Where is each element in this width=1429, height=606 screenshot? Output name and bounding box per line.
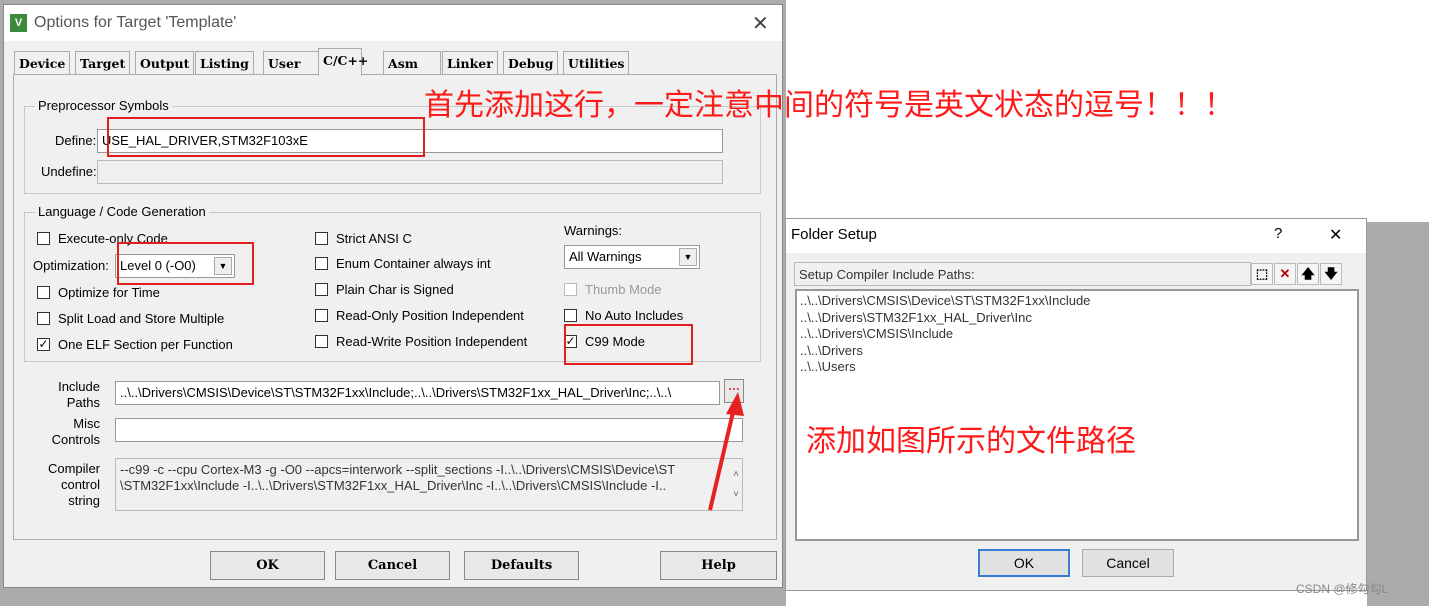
thumb-mode-checkbox[interactable]: Thumb Mode bbox=[564, 282, 662, 297]
ro-pi-checkbox[interactable]: Read-Only Position Independent bbox=[315, 308, 524, 323]
move-down-icon[interactable]: 🡇 bbox=[1320, 263, 1342, 285]
delete-icon[interactable]: ✕ bbox=[1274, 263, 1296, 285]
help-button[interactable]: Help bbox=[660, 551, 777, 580]
tab-user[interactable]: User bbox=[263, 51, 319, 75]
misc-controls-label: Misc Controls bbox=[51, 416, 100, 447]
misc-controls-input[interactable] bbox=[115, 418, 743, 442]
annotation-note: 添加如图所示的文件路径 bbox=[806, 425, 1136, 458]
tab-output[interactable]: Output bbox=[135, 51, 195, 75]
help-icon[interactable]: ? bbox=[1274, 225, 1282, 242]
new-folder-icon[interactable]: ⬚ bbox=[1251, 263, 1273, 285]
undefine-input[interactable] bbox=[97, 160, 723, 184]
list-item[interactable]: ..\..\Drivers bbox=[800, 343, 1354, 360]
tab-linker[interactable]: Linker bbox=[442, 51, 498, 75]
chevron-down-icon: ▼ bbox=[679, 248, 697, 266]
include-paths-label: Include Paths bbox=[58, 379, 100, 410]
cancel-button[interactable]: Cancel bbox=[1082, 549, 1174, 577]
compiler-string-text: --c99 -c --cpu Cortex-M3 -g -O0 --apcs=i… bbox=[115, 458, 743, 511]
ok-button[interactable]: OK bbox=[978, 549, 1070, 577]
title-bar: V Options for Target 'Template' ✕ bbox=[4, 5, 782, 41]
optimize-time-checkbox[interactable]: Optimize for Time bbox=[37, 285, 160, 300]
list-item[interactable]: ..\..\Drivers\STM32F1xx_HAL_Driver\Inc bbox=[800, 310, 1354, 327]
group-label: Language / Code Generation bbox=[35, 204, 209, 219]
warnings-label: Warnings: bbox=[564, 223, 623, 238]
include-paths-input[interactable]: ..\..\Drivers\CMSIS\Device\ST\STM32F1xx\… bbox=[115, 381, 720, 405]
arrow-icon bbox=[708, 392, 744, 511]
strict-ansi-checkbox[interactable]: Strict ANSI C bbox=[315, 231, 412, 246]
split-load-checkbox[interactable]: Split Load and Store Multiple bbox=[37, 311, 224, 326]
include-path-list: ..\..\Drivers\CMSIS\Device\ST\STM32F1xx\… bbox=[795, 289, 1359, 541]
optimization-label: Optimization: bbox=[33, 258, 109, 273]
cancel-button[interactable]: Cancel bbox=[335, 551, 450, 580]
one-elf-checkbox[interactable]: ✓ One ELF Section per Function bbox=[37, 337, 233, 352]
define-label: Define: bbox=[55, 133, 97, 148]
defaults-button[interactable]: Defaults bbox=[464, 551, 579, 580]
close-icon[interactable]: ✕ bbox=[752, 11, 769, 36]
list-item[interactable]: ..\..\Drivers\CMSIS\Include bbox=[800, 326, 1354, 343]
title-bar: Folder Setup ? ✕ bbox=[786, 219, 1366, 253]
tab-utilities[interactable]: Utilities bbox=[563, 51, 630, 75]
watermark: CSDN @修勾勾L bbox=[1296, 582, 1389, 596]
tab-debug[interactable]: Debug bbox=[503, 51, 559, 75]
undefine-label: Undefine: bbox=[41, 164, 97, 179]
close-icon[interactable]: ✕ bbox=[1329, 225, 1342, 245]
plain-char-checkbox[interactable]: Plain Char is Signed bbox=[315, 282, 454, 297]
shadow bbox=[1367, 222, 1429, 606]
annotation-note: 首先添加这行，一定注意中间的符号是英文状态的逗号！！！ bbox=[424, 89, 1234, 122]
dialog-title: Folder Setup bbox=[791, 226, 877, 243]
keil-logo-icon: V bbox=[10, 14, 27, 32]
tab-device[interactable]: Device bbox=[14, 51, 71, 75]
tab-target[interactable]: Target bbox=[75, 51, 131, 75]
enum-container-checkbox[interactable]: Enum Container always int bbox=[315, 256, 491, 271]
group-label: Preprocessor Symbols bbox=[35, 98, 172, 113]
ok-button[interactable]: OK bbox=[210, 551, 325, 580]
dialog-title: Options for Target 'Template' bbox=[34, 14, 237, 31]
highlight-c99 bbox=[564, 324, 693, 365]
compiler-string-label: Compiler control string bbox=[47, 461, 100, 508]
list-header: Setup Compiler Include Paths: bbox=[794, 262, 1251, 286]
rw-pi-checkbox[interactable]: Read-Write Position Independent bbox=[315, 334, 527, 349]
tab-listing[interactable]: Listing bbox=[195, 51, 254, 75]
highlight-define bbox=[107, 117, 425, 157]
highlight-optimization bbox=[117, 242, 254, 285]
list-item[interactable]: ..\..\Drivers\CMSIS\Device\ST\STM32F1xx\… bbox=[800, 293, 1354, 310]
warnings-select[interactable]: All Warnings ▼ bbox=[564, 245, 700, 269]
folder-setup-dialog: Folder Setup ? ✕ Setup Compiler Include … bbox=[785, 218, 1367, 591]
list-item[interactable]: ..\..\Users bbox=[800, 359, 1354, 376]
move-up-icon[interactable]: 🡅 bbox=[1297, 263, 1319, 285]
tab-cpp[interactable]: C/C++ bbox=[318, 48, 368, 76]
no-auto-includes-checkbox[interactable]: No Auto Includes bbox=[564, 308, 683, 323]
tab-asm[interactable]: Asm bbox=[383, 51, 441, 75]
